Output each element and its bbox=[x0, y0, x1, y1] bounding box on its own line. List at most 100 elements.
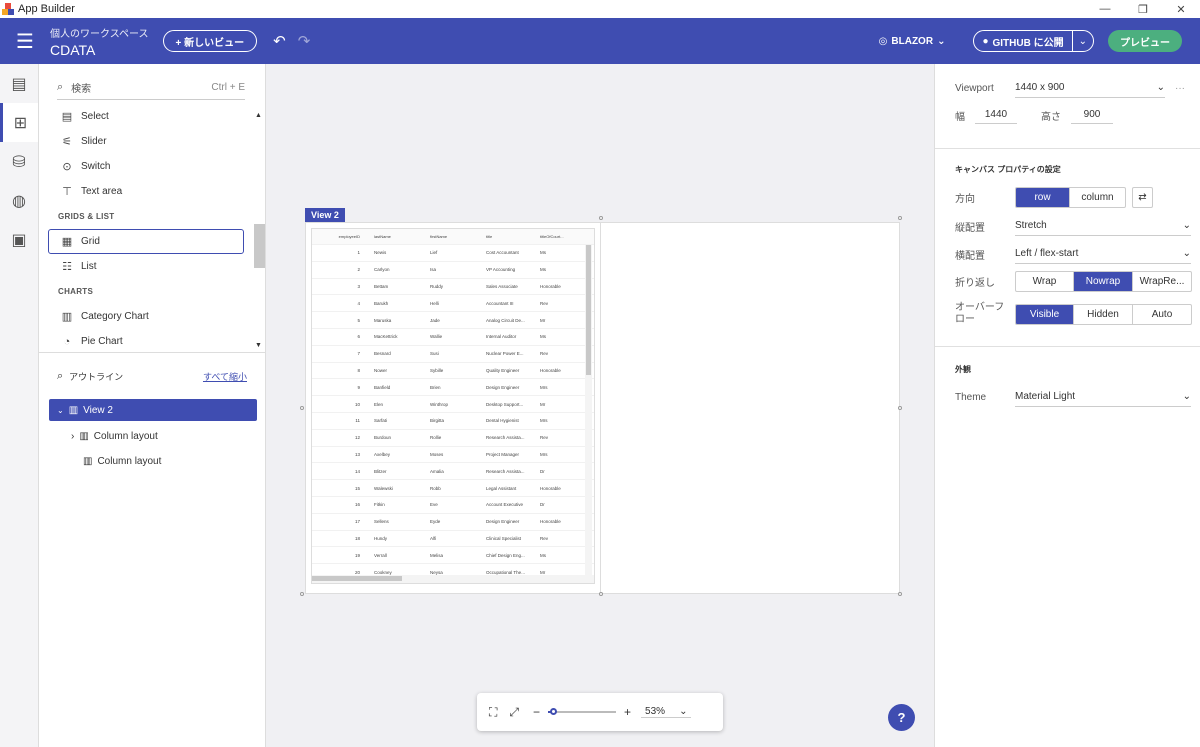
selection-handle[interactable] bbox=[599, 592, 603, 596]
zoom-select[interactable]: 53% ⌄ bbox=[641, 706, 692, 718]
table-row[interactable]: 9 Banfield Brien Design Engineer Mrs bbox=[312, 379, 594, 397]
selection-handle[interactable] bbox=[898, 592, 902, 596]
height-input[interactable]: 900 bbox=[1071, 106, 1113, 124]
zoom-slider[interactable] bbox=[548, 708, 617, 715]
outline-node-column-layout[interactable]: › ▥ Column layout bbox=[49, 424, 257, 449]
menu-icon[interactable]: ☰ bbox=[0, 29, 50, 54]
chevron-down-icon[interactable]: ⌄ bbox=[57, 406, 64, 415]
zoom-slider-knob[interactable] bbox=[550, 708, 558, 715]
scroll-down-icon[interactable]: ▼ bbox=[255, 342, 262, 349]
selection-handle[interactable] bbox=[599, 216, 603, 220]
chevron-right-icon[interactable]: › bbox=[71, 431, 74, 442]
preview-button[interactable]: プレビュー bbox=[1108, 30, 1182, 52]
framework-selector[interactable]: ◎ BLAZOR ⌄ bbox=[879, 36, 946, 47]
component-search[interactable]: ⌕ 検索 Ctrl + E bbox=[57, 76, 245, 100]
component-list-item[interactable]: ☷ List bbox=[39, 254, 253, 279]
selection-handle[interactable] bbox=[300, 406, 304, 410]
zoom-out-icon[interactable]: − bbox=[533, 705, 540, 719]
outline-search-icon[interactable]: ⌕ bbox=[57, 370, 63, 383]
grid-column-header[interactable]: lastName bbox=[368, 234, 424, 239]
scrollbar-thumb[interactable] bbox=[254, 224, 265, 268]
theme-palette-icon[interactable]: ◍ bbox=[0, 181, 38, 220]
wrap-reverse-option[interactable]: WrapRe... bbox=[1133, 272, 1191, 291]
component-scrollbar[interactable]: ▲ ▼ bbox=[253, 112, 265, 352]
grid-column-header[interactable]: title bbox=[480, 234, 536, 239]
direction-column-option[interactable]: column bbox=[1070, 188, 1125, 207]
new-view-button[interactable]: + 新しいビュー bbox=[162, 30, 258, 52]
nowrap-option[interactable]: Nowrap bbox=[1074, 272, 1133, 291]
minimize-button[interactable]: — bbox=[1086, 3, 1124, 16]
grid-column-header[interactable]: firstName bbox=[424, 234, 480, 239]
table-row[interactable]: 17 Sellens Eyde Design Engineer Honorable bbox=[312, 514, 594, 531]
maximize-button[interactable]: ❐ bbox=[1124, 3, 1162, 16]
help-button[interactable]: ? bbox=[888, 704, 915, 731]
table-row[interactable]: 19 Verrall Melisa Chief Design Eng... Ms bbox=[312, 547, 594, 565]
grid-column-header[interactable]: employeeID bbox=[312, 234, 368, 239]
overflow-auto-option[interactable]: Auto bbox=[1133, 305, 1191, 324]
redo-icon[interactable]: ↷ bbox=[298, 32, 311, 50]
table-row[interactable]: 13 Axelbey Moses Project Manager Mrs bbox=[312, 447, 594, 464]
view-frame[interactable]: employeeID lastName firstName title titleOfC… bbox=[305, 222, 900, 594]
table-row[interactable]: 2 Carlyon Isa VP Accounting Ms bbox=[312, 262, 594, 279]
view-label[interactable]: View 2 bbox=[305, 208, 345, 222]
viewport-select[interactable]: 1440 x 900 ⌄ bbox=[1015, 78, 1165, 98]
search-input[interactable]: 検索 bbox=[71, 80, 91, 95]
table-row[interactable]: 3 Bettam Ruddy Sales Associate Honorable bbox=[312, 279, 594, 296]
table-row[interactable]: 5 Maruska Jade Analog Circuit De... Mr bbox=[312, 312, 594, 329]
table-row[interactable]: 16 Fitkin Eve Account Executive Dr bbox=[312, 497, 594, 514]
component-textarea[interactable]: ⊤ Text area bbox=[39, 179, 253, 204]
scrollbar-thumb[interactable] bbox=[312, 576, 402, 581]
table-row[interactable]: 15 Walewski Robb Legal Assistant Honorable bbox=[312, 480, 594, 497]
more-icon[interactable]: ··· bbox=[1175, 83, 1185, 94]
outline-node-column-layout[interactable]: ▥ Column layout bbox=[49, 449, 257, 474]
horizontal-align-select[interactable]: Left / flex-start ⌄ bbox=[1015, 244, 1191, 264]
grid-vertical-scrollbar[interactable] bbox=[585, 245, 592, 576]
component-category-chart[interactable]: ▥ Category Chart bbox=[39, 304, 253, 329]
table-row[interactable]: 14 Blitzer Amalia Research Assista... Dr bbox=[312, 463, 594, 481]
close-button[interactable]: ✕ bbox=[1162, 3, 1200, 16]
selection-handle[interactable] bbox=[898, 406, 902, 410]
workspace-name[interactable]: CDATA bbox=[50, 42, 149, 58]
overflow-visible-option[interactable]: Visible bbox=[1016, 304, 1074, 324]
swap-icon[interactable]: ⇄ bbox=[1132, 187, 1153, 208]
assets-image-icon[interactable]: ▣ bbox=[0, 220, 38, 259]
width-input[interactable]: 1440 bbox=[975, 106, 1017, 124]
grid-horizontal-scrollbar[interactable] bbox=[312, 575, 594, 583]
views-icon[interactable]: ▤ bbox=[0, 64, 38, 103]
zoom-in-icon[interactable]: + bbox=[624, 705, 631, 719]
collapse-all-link[interactable]: すべて縮小 bbox=[203, 370, 247, 383]
component-slider[interactable]: ⚟ Slider bbox=[39, 129, 253, 154]
component-select[interactable]: ▤ Select bbox=[39, 104, 253, 129]
table-row[interactable]: 6 MacKettrick Wallie Internal Auditor Ms bbox=[312, 329, 594, 346]
table-row[interactable]: 8 Nower Sybille Quality Engineer Honorable bbox=[312, 363, 594, 380]
grid-column-header[interactable]: titleOfCourt... bbox=[536, 234, 586, 239]
selection-handle[interactable] bbox=[300, 592, 304, 596]
table-row[interactable]: 7 Besnard Susi Nuclear Power E... Rev bbox=[312, 346, 594, 363]
design-canvas[interactable]: View 2 employeeID lastName firstName title t… bbox=[266, 64, 934, 747]
selection-handle[interactable] bbox=[898, 216, 902, 220]
undo-icon[interactable]: ↶ bbox=[273, 32, 286, 50]
data-sources-icon[interactable]: ⛁ bbox=[0, 142, 38, 181]
table-row[interactable]: 10 Elen Winthrop Desktop Support... Mr bbox=[312, 396, 594, 413]
outline-node-view[interactable]: ⌄ ▥ View 2 bbox=[49, 399, 257, 421]
scrollbar-thumb[interactable] bbox=[586, 245, 591, 375]
component-grid[interactable]: ▦ Grid bbox=[48, 229, 244, 254]
data-grid[interactable]: employeeID lastName firstName title titleOfC… bbox=[311, 228, 595, 584]
direction-row-option[interactable]: row bbox=[1016, 188, 1070, 207]
table-row[interactable]: 18 Hundy Alfi Clinical Specialist Rev bbox=[312, 531, 594, 548]
fit-to-screen-icon[interactable]: ⛶ bbox=[489, 705, 497, 720]
table-row[interactable]: 11 Sarfati Birgitta Dental Hygienist Mrs bbox=[312, 413, 594, 430]
github-dropdown-icon[interactable]: ⌄ bbox=[1073, 36, 1093, 47]
theme-select[interactable]: Material Light ⌄ bbox=[1015, 387, 1191, 407]
table-row[interactable]: 12 Burdoun Rollie Research Assista... Rev bbox=[312, 430, 594, 447]
table-row[interactable]: 1 Newis Lief Cost Accountant Ms bbox=[312, 245, 594, 262]
vertical-align-select[interactable]: Stretch ⌄ bbox=[1015, 216, 1191, 236]
overflow-hidden-option[interactable]: Hidden bbox=[1074, 304, 1133, 324]
components-icon[interactable]: ⊞ bbox=[0, 103, 38, 142]
expand-icon[interactable]: ⤢ bbox=[509, 705, 519, 720]
wrap-option[interactable]: Wrap bbox=[1016, 272, 1074, 291]
table-row[interactable]: 4 Barukh Helli Accountant III Rev bbox=[312, 295, 594, 313]
component-switch[interactable]: ⊙ Switch bbox=[39, 154, 253, 179]
component-pie-chart[interactable]: ◔ Pie Chart bbox=[39, 329, 253, 350]
scroll-up-icon[interactable]: ▲ bbox=[255, 112, 262, 119]
